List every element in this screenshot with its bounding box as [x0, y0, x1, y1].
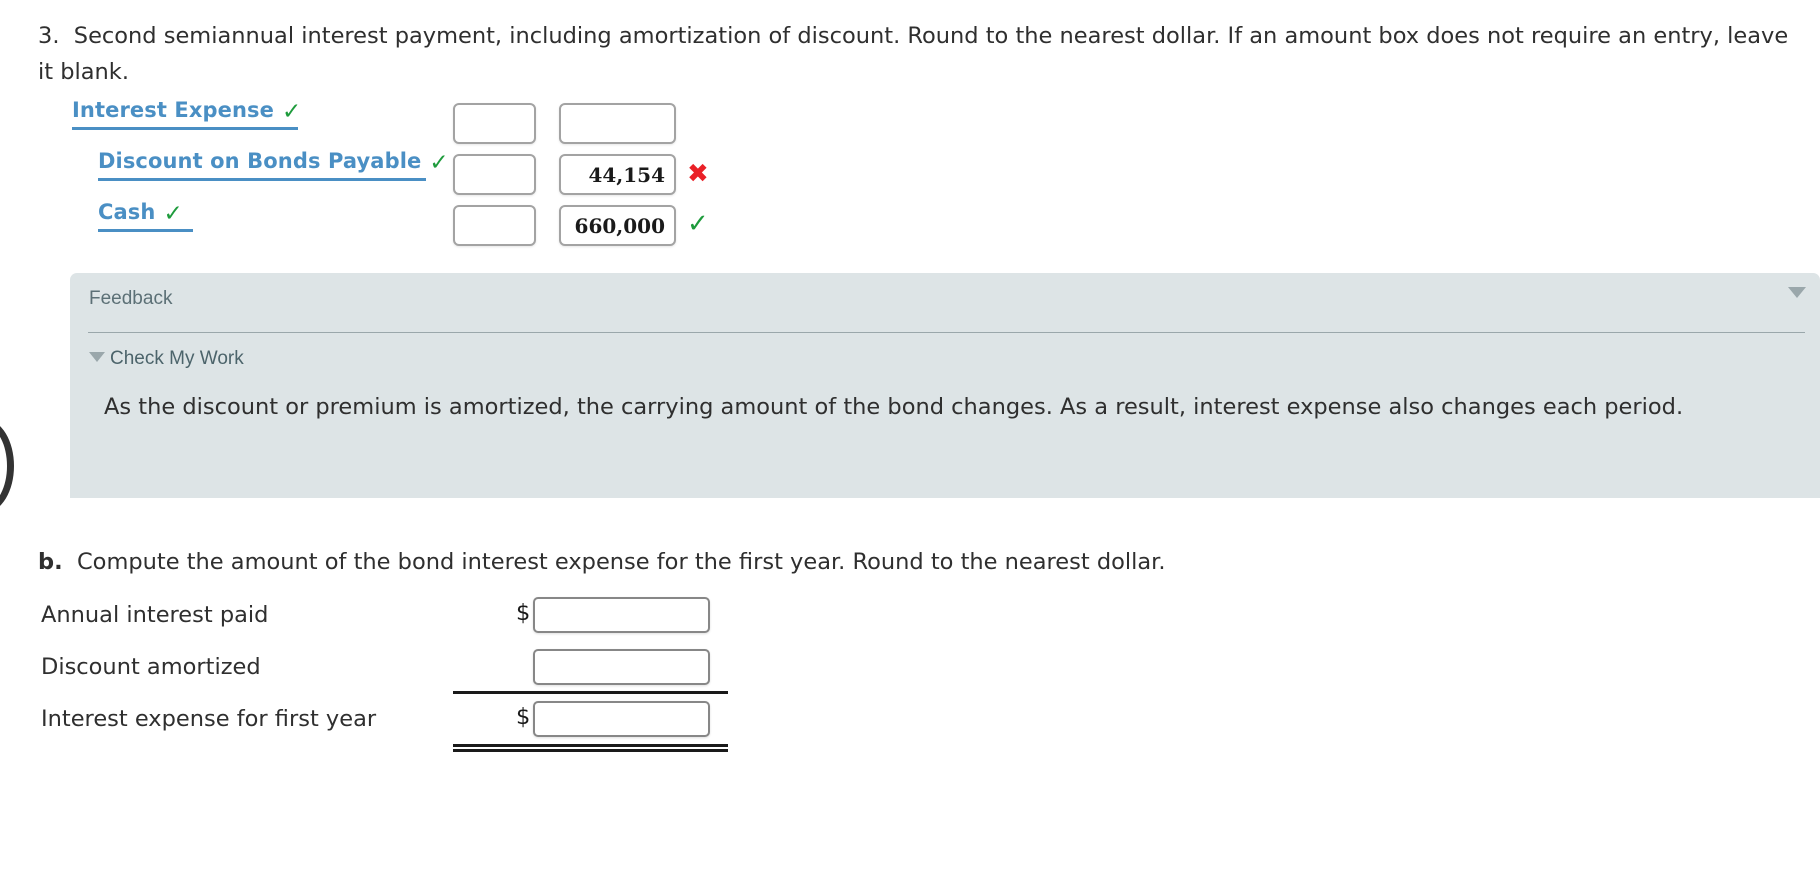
part-b-table: Annual interest paid $ Discount amortize… [0, 592, 900, 752]
green-check-icon: ✓ [163, 201, 183, 227]
account-name-link[interactable]: Cash [98, 200, 155, 225]
check-my-work-toggle[interactable]: Check My Work [89, 348, 244, 370]
table-row: Interest expense for first year $ [0, 696, 900, 752]
credit-input[interactable] [559, 205, 676, 246]
total-double-rule [453, 744, 728, 752]
feedback-body-text: As the discount or premium is amortized,… [104, 394, 1684, 420]
question-text: Second semiannual interest payment, incl… [38, 23, 1789, 85]
debit-input[interactable] [453, 103, 536, 144]
question-prompt: 3. Second semiannual interest payment, i… [38, 18, 1798, 90]
red-x-icon: ✖ [687, 159, 709, 189]
debit-input[interactable] [453, 154, 536, 195]
journal-row: Cash ✓ ✓ [0, 200, 1820, 251]
amount-input[interactable] [533, 649, 710, 685]
part-b-text: Compute the amount of the bond interest … [76, 549, 1166, 575]
journal-row: Interest Expense ✓ [0, 98, 1820, 149]
account-underline [98, 229, 193, 232]
part-b-prompt: b. Compute the amount of the bond intere… [38, 545, 1166, 579]
journal-row: Discount on Bonds Payable ✓ ✖ [0, 149, 1820, 200]
check-my-work-label: Check My Work [110, 348, 244, 369]
cropped-circle-artifact [0, 420, 14, 512]
account-label-group: Discount on Bonds Payable ✓ [98, 149, 449, 181]
debit-input[interactable] [453, 205, 536, 246]
account-label-group: Cash ✓ [98, 200, 193, 232]
triangle-down-icon [89, 352, 105, 362]
green-check-icon: ✓ [281, 99, 302, 125]
amount-input[interactable] [533, 597, 710, 633]
part-b-letter: b. [38, 549, 63, 575]
table-row: Annual interest paid $ [0, 592, 900, 644]
green-check-icon: ✓ [429, 150, 449, 176]
feedback-divider [88, 332, 1805, 333]
feedback-title: Feedback [89, 288, 173, 309]
account-name-link[interactable]: Interest Expense [72, 98, 274, 123]
feedback-panel: Feedback Check My Work As the discount o… [70, 273, 1820, 498]
currency-symbol: $ [516, 704, 531, 730]
row-label: Interest expense for first year [41, 706, 377, 732]
account-name-link[interactable]: Discount on Bonds Payable [98, 149, 421, 174]
account-label-group: Interest Expense ✓ [72, 98, 301, 130]
table-row: Discount amortized [0, 644, 900, 696]
row-label: Discount amortized [41, 654, 261, 680]
account-underline [98, 178, 426, 181]
credit-input[interactable] [559, 103, 676, 144]
subtotal-rule [453, 691, 728, 694]
journal-entry-table: Interest Expense ✓ Discount on Bonds Paya… [0, 98, 1820, 251]
triangle-down-icon[interactable] [1788, 287, 1806, 298]
row-label: Annual interest paid [41, 602, 269, 628]
account-underline [72, 127, 298, 130]
currency-symbol: $ [516, 600, 531, 626]
question-number: 3. [38, 23, 60, 49]
green-check-icon: ✓ [687, 209, 709, 239]
amount-input[interactable] [533, 701, 710, 737]
credit-input[interactable] [559, 154, 676, 195]
